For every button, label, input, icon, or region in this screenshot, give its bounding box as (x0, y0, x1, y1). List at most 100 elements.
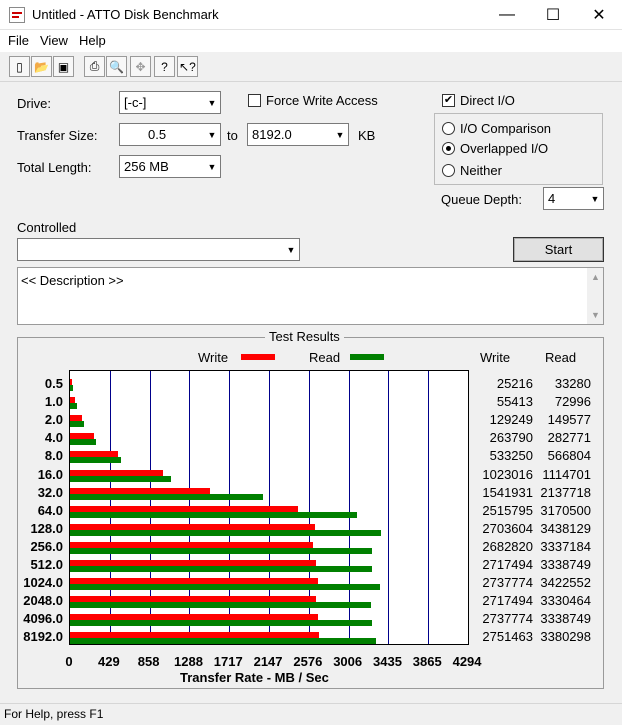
menu-file[interactable]: File (8, 33, 29, 48)
read-value: 3422552 (540, 575, 591, 591)
to-label: to (227, 128, 238, 143)
controlled-label: Controlled (17, 220, 77, 235)
close-button[interactable]: ✕ (576, 0, 622, 30)
legend-read-label: Read (309, 350, 341, 365)
write-value: 2703604 (482, 520, 533, 536)
transfer-from-value: 0.5 (148, 127, 167, 142)
total-length-select[interactable]: 256 MB ▼ (119, 155, 221, 178)
write-value: 2717494 (482, 593, 533, 609)
x-tick-label: 0 (65, 654, 73, 669)
read-value: 3438129 (540, 520, 591, 536)
kb-label: KB (358, 128, 376, 143)
x-tick-label: 3865 (412, 654, 442, 669)
x-axis-label: Transfer Rate - MB / Sec (180, 670, 329, 685)
queue-depth-value: 4 (548, 191, 556, 206)
row-label: 4.0 (44, 430, 63, 446)
write-value: 2737774 (482, 575, 533, 591)
move-icon[interactable]: ✥ (130, 56, 151, 77)
menu-view[interactable]: View (40, 33, 68, 48)
transfer-to-select[interactable]: 8192.0 ▼ (247, 123, 349, 146)
read-value: 149577 (547, 412, 591, 428)
row-label: 8192.0 (23, 629, 63, 645)
context-help-icon[interactable]: ↖? (177, 56, 198, 77)
x-tick-label: 429 (98, 654, 120, 669)
direct-io-checkbox[interactable]: ✔ (442, 94, 455, 107)
description-scrollbar[interactable]: ▲ ▼ (587, 268, 603, 324)
read-bar (70, 584, 380, 591)
row-label: 2.0 (44, 412, 63, 428)
drive-value: [-c-] (124, 95, 147, 110)
x-tick-label: 1288 (174, 654, 203, 669)
read-value: 2137718 (540, 484, 591, 500)
row-label: 64.0 (37, 502, 63, 518)
column-read-header: Read (545, 350, 577, 365)
direct-io-label: Direct I/O (460, 93, 515, 108)
write-value: 55413 (496, 394, 533, 410)
overlapped-io-radio[interactable] (442, 142, 455, 155)
scroll-down-icon: ▼ (591, 310, 600, 320)
io-comparison-label: I/O Comparison (460, 121, 552, 136)
window-title: Untitled - ATTO Disk Benchmark (32, 7, 219, 22)
read-value: 1114701 (542, 466, 591, 482)
x-tick-label: 3435 (373, 654, 402, 669)
row-label: 1024.0 (23, 575, 63, 591)
description-text: << Description >> (21, 273, 124, 288)
read-bar (70, 385, 73, 391)
menu-help[interactable]: Help (79, 33, 106, 48)
read-bar (70, 475, 171, 482)
x-tick-label: 2576 (293, 654, 323, 669)
print-icon[interactable]: ⎙ (84, 56, 105, 77)
x-tick-label: 858 (137, 654, 160, 669)
x-tick-label: 1717 (213, 654, 243, 669)
chevron-down-icon: ▼ (203, 92, 220, 113)
total-length-label: Total Length: (17, 160, 92, 175)
force-write-label: Force Write Access (266, 93, 378, 108)
read-value: 3337184 (540, 538, 591, 554)
queue-depth-select[interactable]: 4 ▼ (543, 187, 604, 210)
row-label: 8.0 (44, 448, 63, 464)
chevron-down-icon: ▼ (203, 156, 220, 177)
read-value: 566804 (547, 448, 591, 464)
open-icon[interactable]: 📂 (31, 56, 52, 77)
row-label: 256.0 (30, 538, 63, 554)
queue-depth-label: Queue Depth: (441, 192, 522, 207)
read-value: 3380298 (540, 629, 591, 645)
minimize-button[interactable]: — (484, 0, 530, 30)
write-value: 533250 (489, 448, 533, 464)
overlapped-io-label: Overlapped I/O (460, 141, 549, 156)
read-bar (70, 620, 373, 627)
controlled-select[interactable]: ▼ (17, 238, 300, 261)
force-write-checkbox[interactable] (248, 94, 261, 107)
legend-write-swatch (241, 354, 275, 360)
read-value: 72996 (554, 394, 591, 410)
column-write-header: Write (480, 350, 511, 365)
read-bar (70, 529, 382, 536)
new-icon[interactable]: ▯ (9, 56, 30, 77)
neither-radio[interactable] (442, 164, 455, 177)
save-icon[interactable]: ▣ (53, 56, 74, 77)
write-value: 25216 (496, 376, 533, 391)
maximize-button[interactable]: ☐ (530, 0, 576, 30)
transfer-from-select[interactable]: 0.5 ▼ (119, 123, 221, 146)
neither-label: Neither (460, 163, 502, 178)
start-button[interactable]: Start (513, 237, 604, 262)
read-bar (70, 493, 264, 500)
print-preview-icon[interactable]: 🔍 (106, 56, 127, 77)
drive-label: Drive: (17, 96, 51, 111)
results-title: Test Results (265, 329, 344, 344)
grid-line (428, 371, 429, 644)
write-value: 263790 (489, 430, 533, 446)
row-label: 32.0 (37, 484, 63, 500)
row-label: 16.0 (37, 466, 63, 482)
help-icon[interactable]: ? (154, 56, 175, 77)
read-bar (70, 457, 122, 464)
row-label: 2048.0 (23, 593, 63, 609)
chevron-down-icon: ▼ (203, 124, 220, 145)
read-value: 33280 (554, 376, 591, 391)
x-tick-label: 2147 (253, 654, 283, 669)
read-bar (70, 602, 372, 609)
drive-select[interactable]: [-c-] ▼ (119, 91, 221, 114)
io-comparison-radio[interactable] (442, 122, 455, 135)
status-text: For Help, press F1 (4, 707, 104, 721)
write-value: 2717494 (482, 557, 533, 572)
